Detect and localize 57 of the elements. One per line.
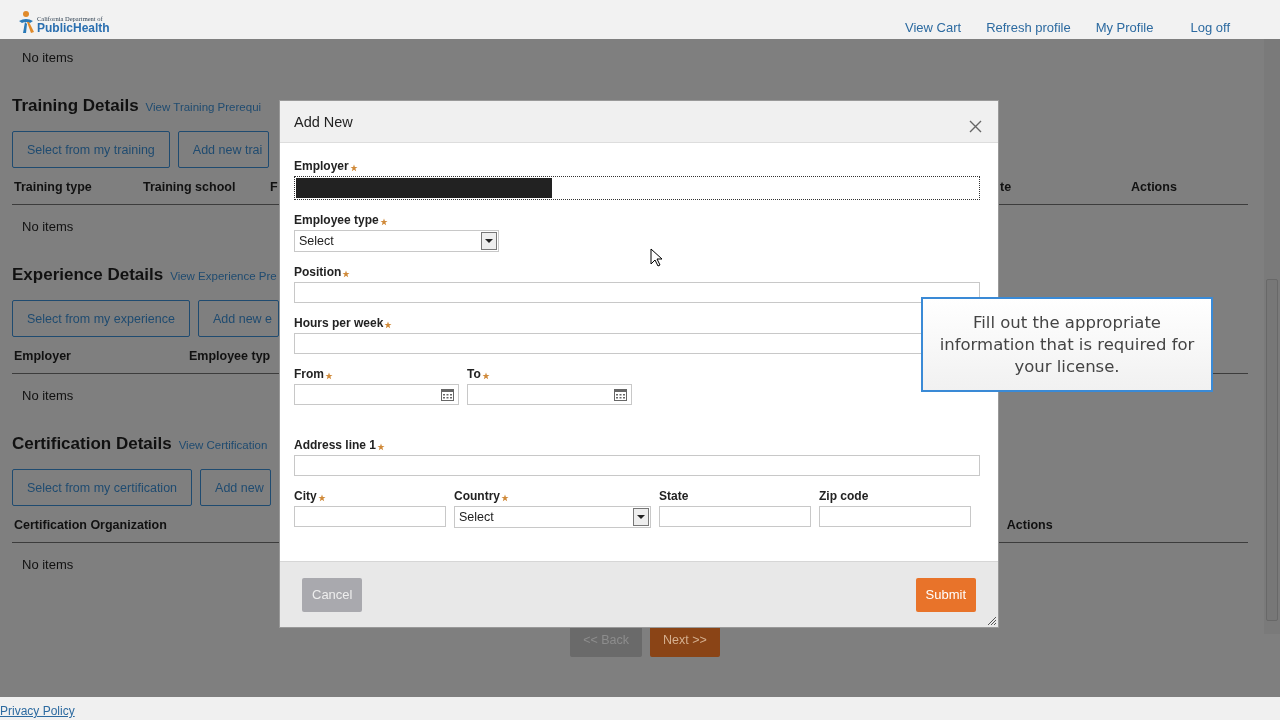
field-label: Employee type xyxy=(294,212,379,227)
logo-title: PublicHealth xyxy=(37,21,110,34)
text-field[interactable] xyxy=(294,176,980,200)
date-field[interactable] xyxy=(467,384,632,405)
privacy-policy-link[interactable]: Privacy Policy xyxy=(0,704,75,718)
prerequisites-link[interactable]: View Experience Pre xyxy=(170,270,277,282)
select-field[interactable]: Select xyxy=(454,506,651,528)
nav-link[interactable]: My Profile xyxy=(1095,19,1154,35)
column-header: te xyxy=(1000,179,1013,194)
field-label: Hours per week xyxy=(294,315,384,330)
field-label: To xyxy=(467,366,481,381)
cancel-button[interactable]: Cancel xyxy=(302,577,363,612)
section-button[interactable]: Add new e xyxy=(198,300,280,337)
column-header: F xyxy=(270,179,278,194)
empty-message: No items xyxy=(22,387,74,405)
dialog-title: Add New xyxy=(294,113,353,130)
column-header: Actions xyxy=(1006,517,1053,532)
column-header: Employer xyxy=(14,348,71,363)
empty-message: No items xyxy=(22,218,74,236)
column-header: Actions xyxy=(1131,179,1177,194)
section-button[interactable]: Add new trai xyxy=(177,131,270,168)
column-header: Employee typ xyxy=(188,348,271,363)
close-icon[interactable] xyxy=(969,120,982,133)
submit-button[interactable]: Submit xyxy=(915,577,976,612)
section-title: Training Details xyxy=(12,96,139,116)
tooltip-text: Fill out the appropriate information that is required for your license. xyxy=(938,311,1196,378)
nav-link[interactable]: Log off xyxy=(1190,19,1230,35)
section-title: Experience Details xyxy=(12,265,164,285)
section-button[interactable]: Add new xyxy=(200,469,271,506)
field-label: Employer xyxy=(294,158,349,173)
field-label: Country xyxy=(454,488,500,503)
select-field[interactable]: Select xyxy=(294,230,499,252)
date-field[interactable] xyxy=(294,384,459,405)
section-button[interactable]: Select from my training xyxy=(12,131,170,168)
scrollbar[interactable] xyxy=(1264,39,1280,634)
prerequisites-link[interactable]: View Training Prerequi xyxy=(145,101,262,113)
field-label: City xyxy=(294,488,317,503)
column-header: Training school xyxy=(143,179,237,194)
empty-message: No items xyxy=(22,556,74,574)
section-button[interactable]: Select from my experience xyxy=(12,300,190,337)
resize-grip-icon[interactable] xyxy=(987,616,997,626)
calendar-icon[interactable] xyxy=(614,388,627,401)
column-header: Training type xyxy=(14,179,93,194)
section-title: Certification Details xyxy=(12,434,172,454)
empty-message: No items xyxy=(22,49,74,67)
prerequisites-link[interactable]: View Certification xyxy=(178,439,268,451)
calendar-icon[interactable] xyxy=(441,388,454,401)
field-label: Position xyxy=(294,264,342,279)
nav-link[interactable]: View Cart xyxy=(905,19,962,35)
mouse-cursor-icon xyxy=(650,248,663,267)
field-label: State xyxy=(659,488,689,503)
field-label: From xyxy=(294,366,324,381)
nav-link[interactable]: Refresh profile xyxy=(986,19,1071,35)
column-header: Certification Organization xyxy=(14,517,167,532)
field-label: Zip code xyxy=(819,488,869,503)
section-button[interactable]: Select from my certification xyxy=(12,469,193,506)
field-label: Address line 1 xyxy=(294,437,377,452)
